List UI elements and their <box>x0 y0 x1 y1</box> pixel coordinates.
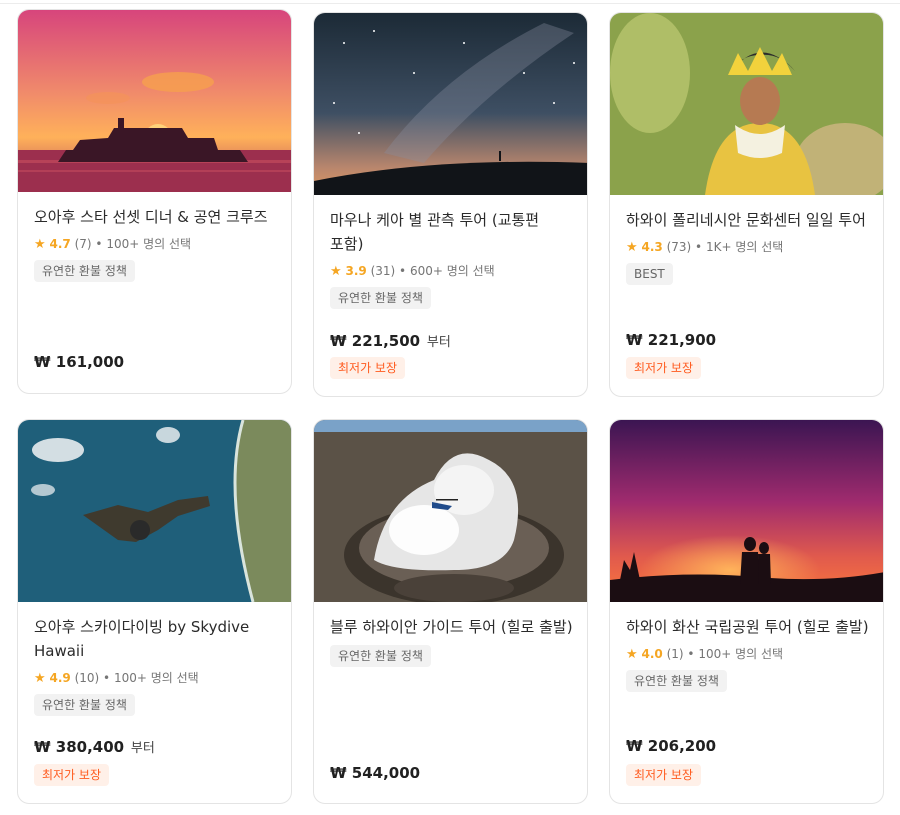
review-count: (1) <box>666 647 684 661</box>
selection-count: 1K+ 명의 선택 <box>705 240 784 254</box>
lowest-price-badge: 최저가 보장 <box>34 764 110 786</box>
price: ₩ 380,400 부터 <box>34 737 155 756</box>
price-value: ₩ 380,400 <box>34 738 125 756</box>
rating-row: ★ 4.0 (1) • 100+ 명의 선택 <box>626 645 869 662</box>
tour-card-volcano-park[interactable]: 하와이 화산 국립공원 투어 (힐로 출발) ★ 4.0 (1) • 100+ … <box>609 419 884 804</box>
separator-dot: • <box>687 647 695 661</box>
tour-title[interactable]: 하와이 화산 국립공원 투어 (힐로 출발) <box>626 615 869 639</box>
tour-image[interactable] <box>18 420 291 602</box>
tour-card-mauna-kea[interactable]: 마우나 케아 별 관측 투어 (교통편 포함) ★ 3.9 (31) • 600… <box>313 12 588 397</box>
tour-card-sunset-cruise[interactable]: 오아후 스타 선셋 디너 & 공연 크루즈 ★ 4.7 (7) • 100+ 명… <box>17 9 292 394</box>
price-value: ₩ 161,000 <box>34 353 125 371</box>
lowest-price-badge: 최저가 보장 <box>626 764 702 786</box>
price: ₩ 221,500 부터 <box>330 331 451 350</box>
rating-score: 3.9 <box>345 264 367 278</box>
star-icon: ★ <box>34 671 46 686</box>
star-icon: ★ <box>330 264 342 279</box>
price-from-suffix: 부터 <box>130 741 155 756</box>
best-tag: BEST <box>626 263 673 285</box>
price-value: ₩ 221,900 <box>626 331 717 349</box>
top-divider <box>0 0 900 4</box>
review-count: (10) <box>74 671 100 685</box>
tour-title[interactable]: 하와이 폴리네시안 문화센터 일일 투어 <box>626 208 869 232</box>
price: ₩ 221,900 <box>626 331 716 349</box>
refund-policy-tag: 유연한 환불 정책 <box>34 260 135 282</box>
price-value: ₩ 221,500 <box>330 332 421 350</box>
selection-count: 100+ 명의 선택 <box>106 237 192 251</box>
tour-card-polynesian-center[interactable]: 하와이 폴리네시안 문화센터 일일 투어 ★ 4.3 (73) • 1K+ 명의… <box>609 12 884 397</box>
rating-score: 4.0 <box>641 647 663 661</box>
tour-title[interactable]: 블루 하와이안 가이드 투어 (힐로 출발) <box>330 615 573 639</box>
review-count: (73) <box>666 240 692 254</box>
rating-score: 4.3 <box>641 240 663 254</box>
refund-policy-tag: 유연한 환불 정책 <box>330 287 431 309</box>
separator-dot: • <box>695 240 703 254</box>
refund-policy-tag: 유연한 환불 정책 <box>34 694 135 716</box>
selection-count: 600+ 명의 선택 <box>409 264 495 278</box>
price: ₩ 206,200 <box>626 737 716 755</box>
rating-row: ★ 3.9 (31) • 600+ 명의 선택 <box>330 262 573 279</box>
lowest-price-badge: 최저가 보장 <box>626 357 702 379</box>
star-icon: ★ <box>626 240 638 255</box>
rating-row: ★ 4.9 (10) • 100+ 명의 선택 <box>34 669 277 686</box>
tour-image[interactable] <box>18 10 291 192</box>
refund-policy-tag: 유연한 환불 정책 <box>330 645 431 667</box>
star-icon: ★ <box>626 647 638 662</box>
separator-dot: • <box>399 264 407 278</box>
tour-image[interactable] <box>314 13 587 195</box>
rating-score: 4.7 <box>49 237 71 251</box>
price: ₩ 161,000 <box>34 353 124 371</box>
star-icon: ★ <box>34 237 46 252</box>
review-count: (31) <box>370 264 396 278</box>
rating-row: ★ 4.7 (7) • 100+ 명의 선택 <box>34 235 277 252</box>
tour-card-blue-hawaiian[interactable]: 블루 하와이안 가이드 투어 (힐로 출발) 유연한 환불 정책 ₩ 544,0… <box>313 419 588 804</box>
tour-title[interactable]: 오아후 스타 선셋 디너 & 공연 크루즈 <box>34 205 277 229</box>
separator-dot: • <box>103 671 111 685</box>
price-value: ₩ 544,000 <box>330 764 421 782</box>
selection-count: 100+ 명의 선택 <box>698 647 784 661</box>
tour-image[interactable] <box>314 420 587 602</box>
rating-score: 4.9 <box>49 671 71 685</box>
lowest-price-badge: 최저가 보장 <box>330 357 406 379</box>
price-value: ₩ 206,200 <box>626 737 717 755</box>
tour-image[interactable] <box>610 420 883 602</box>
tour-image[interactable] <box>610 13 883 195</box>
tour-title[interactable]: 마우나 케아 별 관측 투어 (교통편 포함) <box>330 208 573 256</box>
selection-count: 100+ 명의 선택 <box>113 671 199 685</box>
rating-row: ★ 4.3 (73) • 1K+ 명의 선택 <box>626 238 869 255</box>
price-from-suffix: 부터 <box>426 335 451 350</box>
price: ₩ 544,000 <box>330 764 420 782</box>
refund-policy-tag: 유연한 환불 정책 <box>626 670 727 692</box>
review-count: (7) <box>74 237 92 251</box>
separator-dot: • <box>95 237 103 251</box>
tour-card-skydive[interactable]: 오아후 스카이다이빙 by Skydive Hawaii ★ 4.9 (10) … <box>17 419 292 804</box>
tour-title[interactable]: 오아후 스카이다이빙 by Skydive Hawaii <box>34 615 277 663</box>
